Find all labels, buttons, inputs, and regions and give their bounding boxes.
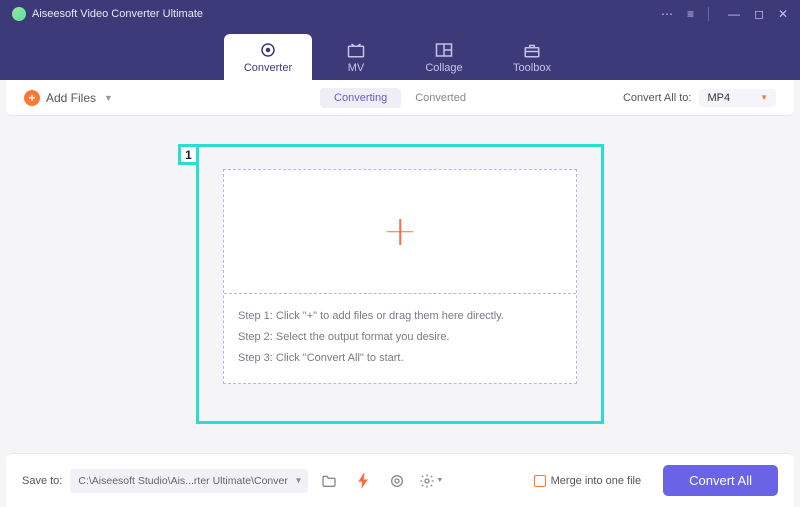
app-title: Aiseesoft Video Converter Ultimate — [32, 8, 203, 20]
step-1: Step 1: Click "+" to add files or drag t… — [238, 306, 562, 327]
dropzone-add-area[interactable] — [224, 170, 576, 294]
add-plus-icon — [387, 219, 413, 245]
tab-collage[interactable]: Collage — [400, 34, 488, 80]
merge-checkbox[interactable]: Merge into one file — [534, 475, 642, 487]
footer: Save to: C:\Aiseesoft Studio\Ais...rter … — [6, 453, 794, 507]
status-tabs: Converting Converted — [320, 88, 480, 108]
add-files-label: Add Files — [46, 91, 96, 105]
minimize-icon[interactable]: — — [728, 8, 740, 20]
instruction-steps: Step 1: Click "+" to add files or drag t… — [224, 294, 576, 383]
save-path-value: C:\Aiseesoft Studio\Ais...rter Ultimate\… — [78, 475, 288, 487]
logo-icon — [12, 7, 26, 21]
titlebar: Aiseesoft Video Converter Ultimate ⋯ ≡ —… — [0, 0, 800, 28]
plus-icon: + — [24, 90, 40, 106]
tab-mv[interactable]: MV — [312, 34, 400, 80]
step-3: Step 3: Click "Convert All" to start. — [238, 348, 562, 369]
tab-label: MV — [348, 62, 365, 74]
save-to-label: Save to: — [22, 475, 62, 487]
mv-icon — [347, 41, 365, 59]
tab-converting[interactable]: Converting — [320, 88, 401, 108]
close-icon[interactable]: ✕ — [778, 8, 788, 20]
tab-label: Toolbox — [513, 62, 551, 74]
chevron-down-icon: ▼ — [436, 477, 443, 484]
step-2: Step 2: Select the output format you des… — [238, 327, 562, 348]
tab-label: Converter — [244, 62, 292, 74]
convert-all-to: Convert All to: MP4 ▼ — [623, 89, 776, 107]
high-speed-button[interactable] — [384, 470, 410, 492]
workspace: 1 Step 1: Click "+" to add files or drag… — [0, 116, 800, 453]
divider — [708, 7, 714, 21]
app-logo: Aiseesoft Video Converter Ultimate — [12, 7, 203, 21]
convert-to-label: Convert All to: — [623, 92, 691, 104]
window-controls: ⋯ ≡ — ◻ ✕ — [661, 7, 788, 21]
converter-icon — [259, 41, 277, 59]
maximize-icon[interactable]: ◻ — [754, 8, 764, 20]
convert-all-button[interactable]: Convert All — [663, 465, 778, 496]
tab-converter[interactable]: Converter — [224, 34, 312, 80]
browse-folder-button[interactable] — [316, 470, 342, 492]
merge-label: Merge into one file — [551, 475, 642, 487]
collage-icon — [435, 41, 453, 59]
checkbox-icon — [534, 475, 546, 487]
toolbox-icon — [523, 41, 541, 59]
feedback-icon[interactable]: ⋯ — [661, 8, 673, 20]
format-value: MP4 — [707, 92, 730, 104]
main-tabs: Converter MV Collage Toolbox — [0, 28, 800, 80]
chevron-down-icon: ▼ — [760, 93, 768, 102]
tab-converted[interactable]: Converted — [401, 88, 480, 108]
output-format-dropdown[interactable]: MP4 ▼ — [699, 89, 776, 107]
toolbar: + Add Files ▼ Converting Converted Conve… — [6, 80, 794, 116]
tab-toolbox[interactable]: Toolbox — [488, 34, 576, 80]
dropzone[interactable]: Step 1: Click "+" to add files or drag t… — [223, 169, 577, 384]
annotation-badge: 1 — [178, 144, 199, 165]
chevron-down-icon: ▼ — [294, 476, 302, 485]
menu-icon[interactable]: ≡ — [687, 8, 694, 20]
add-files-button[interactable]: + Add Files ▼ — [24, 90, 113, 106]
save-path-dropdown[interactable]: C:\Aiseesoft Studio\Ais...rter Ultimate\… — [70, 469, 308, 493]
tab-label: Collage — [425, 62, 462, 74]
settings-button[interactable]: ▼ — [418, 470, 444, 492]
chevron-down-icon: ▼ — [104, 93, 113, 103]
annotation-box: 1 Step 1: Click "+" to add files or drag… — [196, 144, 604, 424]
gpu-accel-button[interactable] — [350, 470, 376, 492]
